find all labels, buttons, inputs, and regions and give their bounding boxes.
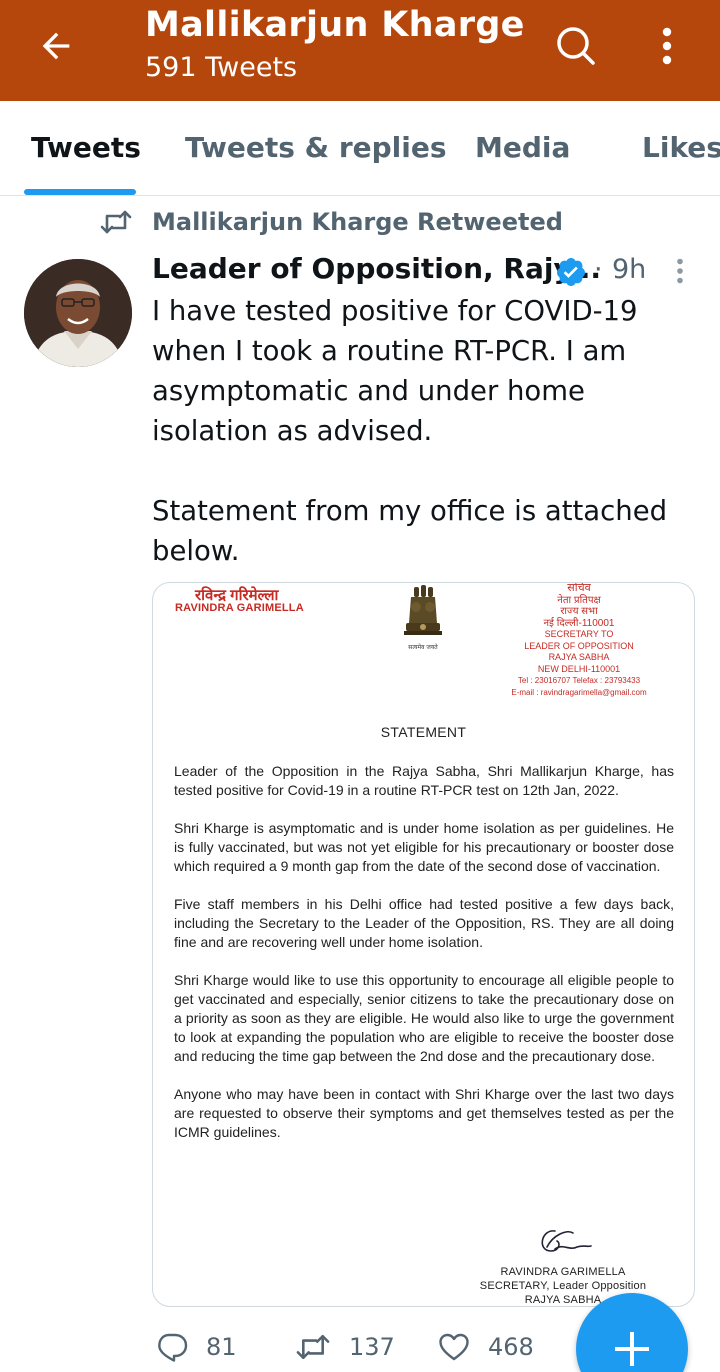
tweet-text: I have tested positive for COVID-19 when… — [152, 291, 704, 571]
more-vertical-icon — [677, 258, 683, 284]
tweet-time[interactable]: 9h — [612, 254, 646, 285]
statement-title: STATEMENT — [380, 724, 467, 740]
verified-badge-icon — [556, 258, 585, 286]
letterhead-address: सचिव नेता प्रतिपक्ष राज्य सभा नई दिल्ली-… — [511, 582, 647, 697]
header-title: Mallikarjun Kharge — [145, 5, 525, 45]
back-arrow-icon — [42, 32, 70, 60]
tweet-count: 591 Tweets — [145, 52, 298, 83]
reply-icon — [158, 1333, 188, 1362]
retweet-context: Mallikarjun Kharge Retweeted — [100, 204, 563, 240]
retweet-button[interactable]: 137 — [295, 1322, 395, 1372]
reply-button[interactable]: 81 — [156, 1322, 237, 1372]
statement-paragraph: Shri Kharge is asymptomatic and is under… — [174, 820, 674, 874]
retweet-label[interactable]: Mallikarjun Kharge Retweeted — [152, 208, 563, 236]
statement-paragraph: Shri Kharge would like to use this oppor… — [174, 972, 674, 1064]
like-button[interactable]: 468 — [438, 1322, 534, 1372]
statement-paragraph: Five staff members in his Delhi office h… — [174, 896, 674, 950]
statement-paragraph: Leader of the Opposition in the Rajya Sa… — [174, 763, 674, 798]
like-count: 468 — [488, 1333, 534, 1361]
signature-icon — [541, 1230, 592, 1252]
attached-statement-image[interactable]: रविन्द्र गरिमेल्ला RAVINDRA GARIMELLA सत… — [152, 582, 695, 1307]
profile-tabs: Tweets Tweets & replies Media Likes — [0, 101, 720, 196]
tweet-text-paragraph: Statement from my office is attached bel… — [152, 495, 668, 567]
tweet-text-paragraph: I have tested positive for COVID-19 when… — [152, 295, 638, 447]
avatar[interactable] — [24, 259, 132, 367]
back-button[interactable] — [26, 22, 86, 70]
search-icon — [557, 27, 595, 65]
reply-count: 81 — [206, 1333, 237, 1361]
tab-tweets-replies[interactable]: Tweets & replies — [185, 131, 447, 164]
author-name[interactable]: Leader of Opposition, Rajy... — [152, 252, 601, 285]
retweet-count: 137 — [349, 1333, 395, 1361]
statement-body: Leader of the Opposition in the Rajya Sa… — [174, 762, 674, 1161]
profile-header: Mallikarjun Kharge 591 Tweets — [0, 0, 720, 101]
heart-icon — [439, 1333, 469, 1361]
emblem-caption: सत्यमेव जयते — [408, 643, 438, 651]
retweet-icon — [296, 1334, 330, 1360]
tweet-more-button[interactable] — [666, 256, 694, 286]
separator-dot: · — [594, 254, 603, 285]
retweet-icon — [100, 207, 134, 237]
plus-icon — [615, 1332, 649, 1366]
tab-tweets[interactable]: Tweets — [31, 131, 141, 164]
tab-likes[interactable]: Likes — [642, 131, 720, 164]
active-tab-indicator — [24, 189, 136, 195]
more-vertical-icon — [662, 27, 672, 65]
more-options-button[interactable] — [645, 20, 689, 72]
statement-paragraph: Anyone who may have been in contact with… — [174, 1086, 674, 1140]
search-button[interactable] — [548, 20, 604, 72]
letterhead-name: RAVINDRA GARIMELLA — [175, 602, 304, 614]
national-emblem-icon: सत्यमेव जयते — [404, 585, 442, 651]
tab-media[interactable]: Media — [475, 131, 570, 164]
